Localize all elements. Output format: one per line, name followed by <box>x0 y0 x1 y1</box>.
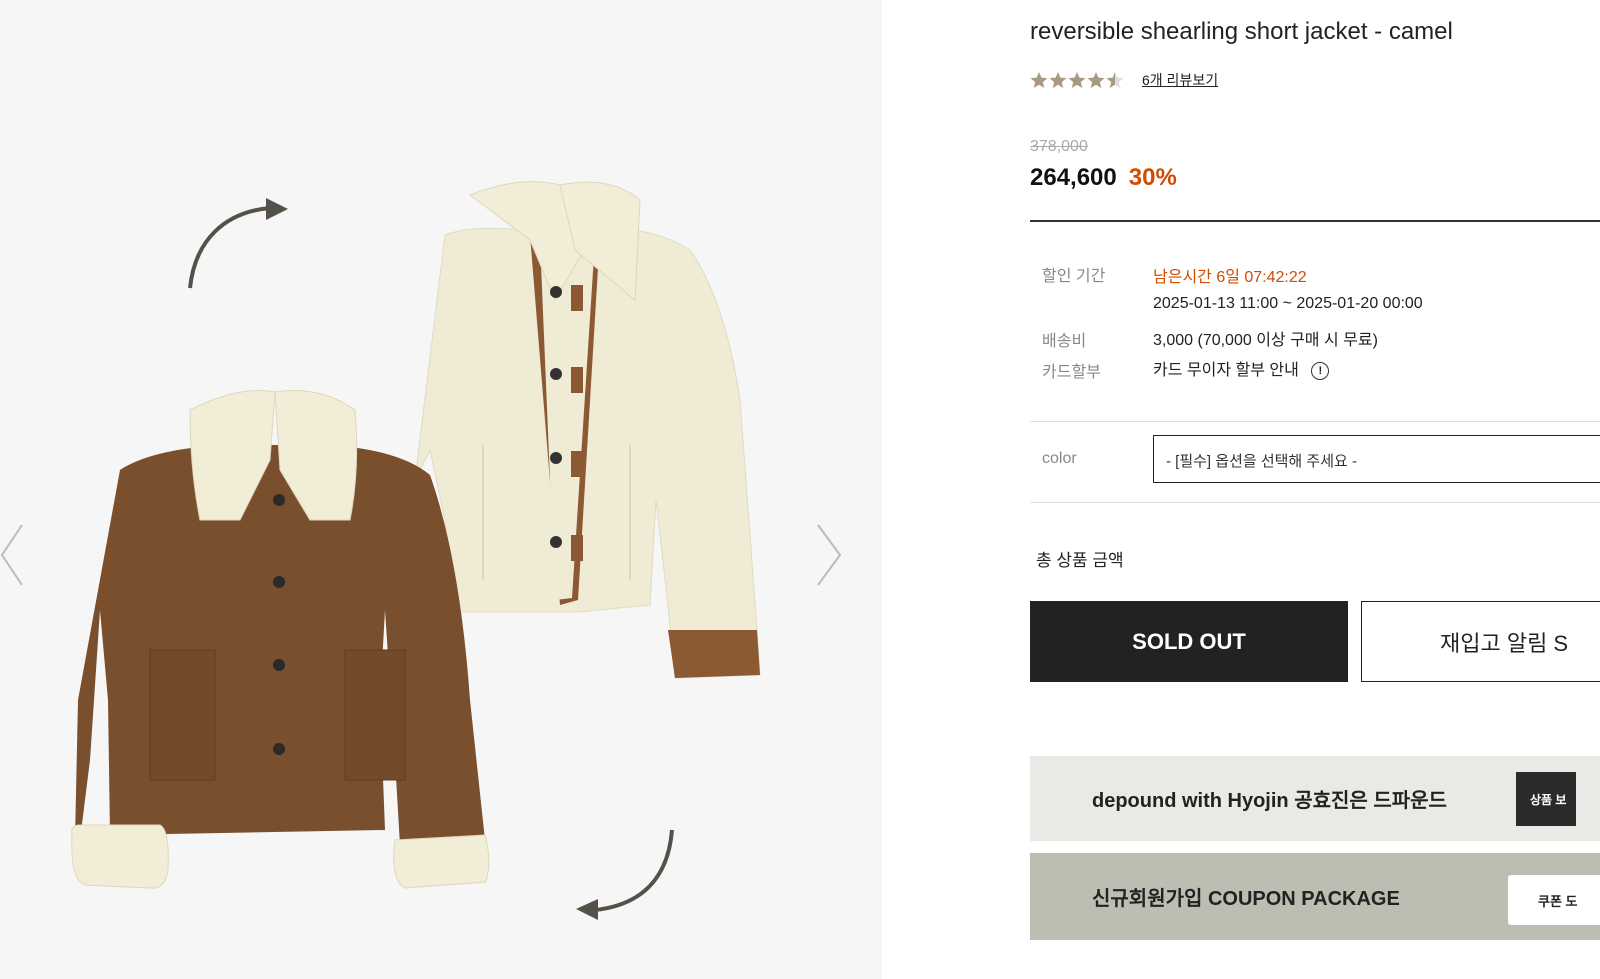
sold-out-button[interactable]: SOLD OUT <box>1030 601 1348 682</box>
info-icon[interactable]: ! <box>1311 361 1330 380</box>
star-icon <box>1087 72 1105 88</box>
chevron-right-icon[interactable] <box>810 520 850 590</box>
original-price: 378,000 <box>1030 138 1088 155</box>
jacket-suede-side <box>71 389 490 889</box>
coupon-banner[interactable]: 신규회원가입 COUPON PACKAGE 쿠폰 도 <box>1030 853 1600 940</box>
star-icon <box>1030 72 1048 88</box>
product-image <box>71 181 761 920</box>
divider <box>1030 421 1600 422</box>
price-row: 264,600 30% <box>1030 164 1177 192</box>
restock-alert-button[interactable]: 재입고 알림 S <box>1361 601 1600 682</box>
installment-value: 카드 무이자 할부 안내 <box>1153 362 1299 379</box>
discount-rate: 30% <box>1128 164 1177 191</box>
discount-period-label: 할인 기간 <box>1042 268 1106 285</box>
shipping-value: 3,000 (70,000 이상 구매 시 무료) <box>1153 332 1378 349</box>
product-info-panel: reversible shearling short jacket - came… <box>1030 0 1600 979</box>
color-select[interactable]: - [필수] 옵션을 선택해 주세요 - <box>1153 435 1600 483</box>
divider <box>1030 502 1600 503</box>
rotate-arrow-bottom-icon <box>576 829 674 920</box>
star-icon <box>1068 72 1086 88</box>
shipping-label: 배송비 <box>1042 333 1087 350</box>
countdown-timer: 남은시간 6일 07:42:22 <box>1153 269 1307 286</box>
product-image-gallery <box>0 0 882 979</box>
star-icon <box>1106 72 1124 88</box>
color-option-label: color <box>1042 450 1077 467</box>
installment-info: 카드 무이자 할부 안내 ! <box>1153 356 1330 380</box>
jacket-shearling-side <box>409 181 761 679</box>
discount-period-range: 2025-01-13 11:00 ~ 2025-01-20 00:00 <box>1153 295 1423 312</box>
review-link[interactable]: 6개 리뷰보기 <box>1142 70 1218 90</box>
installment-label: 카드할부 <box>1042 364 1101 381</box>
product-title: reversible shearling short jacket - came… <box>1030 18 1453 45</box>
chevron-left-icon[interactable] <box>0 520 40 590</box>
rotate-arrow-top-icon <box>188 198 288 289</box>
total-price-label: 총 상품 금액 <box>1036 551 1124 570</box>
product-rating: 6개 리뷰보기 <box>1030 70 1218 90</box>
hyojin-banner[interactable]: depound with Hyojin 공효진은 드파운드 상품 보 <box>1030 756 1600 841</box>
star-rating <box>1030 71 1124 89</box>
hyojin-banner-thumbnail: 상품 보 <box>1516 772 1576 826</box>
divider <box>1030 220 1600 222</box>
sale-price: 264,600 <box>1030 164 1117 191</box>
hyojin-banner-text: depound with Hyojin 공효진은 드파운드 <box>1092 790 1447 812</box>
coupon-banner-text: 신규회원가입 COUPON PACKAGE <box>1092 888 1400 910</box>
star-icon <box>1049 72 1067 88</box>
coupon-banner-thumbnail: 쿠폰 도 <box>1508 875 1600 925</box>
